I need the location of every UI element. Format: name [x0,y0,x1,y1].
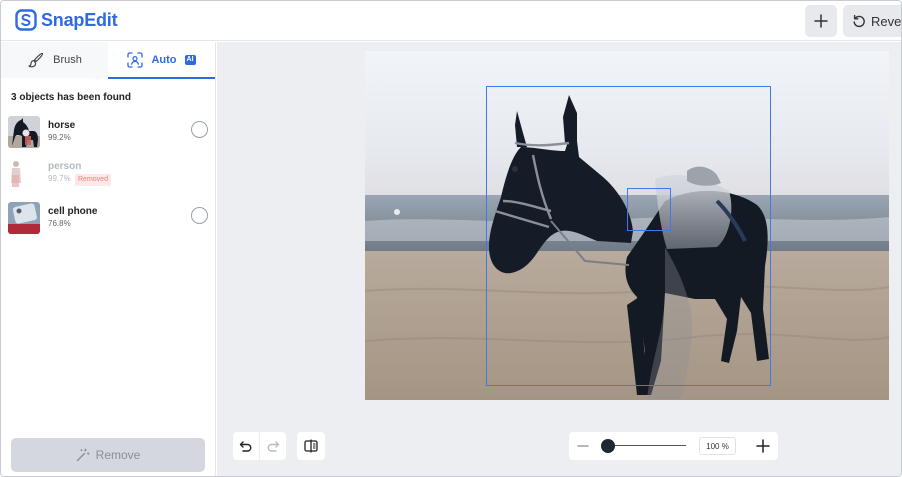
tab-brush-label: Brush [53,54,82,66]
object-item-horse[interactable]: horse 99.2% [1,115,216,155]
brush-icon [28,52,44,68]
remove-button[interactable]: Remove [11,438,205,472]
redo-icon [267,441,280,452]
tab-auto[interactable]: Auto AI [108,42,215,79]
object-select-radio[interactable] [191,207,208,224]
revert-label: Revert [871,13,902,29]
add-button[interactable] [805,5,837,37]
object-name: cell phone [48,206,98,217]
image-canvas[interactable] [365,51,889,400]
object-item-person[interactable]: person 99.7% Removed [1,156,216,196]
detection-box-cell-phone[interactable] [627,188,671,231]
remove-label: Remove [95,448,141,462]
detection-box-horse[interactable] [486,86,771,386]
person-thumbnail [8,157,40,189]
app-name: SnapEdit [41,9,118,30]
cell-phone-thumbnail [8,202,40,234]
workspace: 100 % [217,42,901,476]
object-select-radio[interactable] [191,121,208,138]
scan-icon [127,52,144,68]
revert-icon [853,14,865,28]
redo-button[interactable] [260,432,286,460]
tab-brush[interactable]: Brush [1,42,108,78]
logo[interactable]: SnapEdit [15,8,118,32]
object-confidence: 76.8% [48,219,71,228]
zoom-slider-handle[interactable] [601,439,615,453]
app-window: SnapEdit Revert Brush [0,0,902,477]
removed-badge: Removed [75,174,111,186]
snapedit-logo-icon [15,9,37,31]
zoom-level: 100 % [699,437,736,455]
zoom-out-button[interactable] [575,438,591,454]
horse-thumbnail [8,116,40,148]
object-name: person [48,161,82,172]
undo-icon [239,441,252,452]
object-item-cell-phone[interactable]: cell phone 76.8% [1,201,216,241]
zoom-control: 100 % [569,432,778,460]
object-confidence: 99.2% [48,133,71,142]
magic-wand-icon [76,448,90,462]
sidebar: Brush Auto AI 3 objects has been found h… [1,42,216,476]
objects-found-title: 3 objects has been found [11,92,132,103]
compare-button[interactable] [297,432,325,460]
mode-tabs: Brush Auto AI [1,42,215,79]
compare-icon [304,439,318,453]
object-name: horse [48,120,76,131]
plus-icon [814,14,828,28]
top-bar: SnapEdit Revert [1,1,901,41]
undo-button[interactable] [233,432,259,460]
zoom-in-button[interactable] [755,438,771,454]
ai-badge: AI [184,55,196,65]
tab-auto-label: Auto [151,54,177,66]
history-controls [233,432,286,460]
object-confidence: 99.7% [48,174,71,183]
zoom-slider-track[interactable] [607,445,686,446]
revert-button[interactable]: Revert [843,5,902,37]
